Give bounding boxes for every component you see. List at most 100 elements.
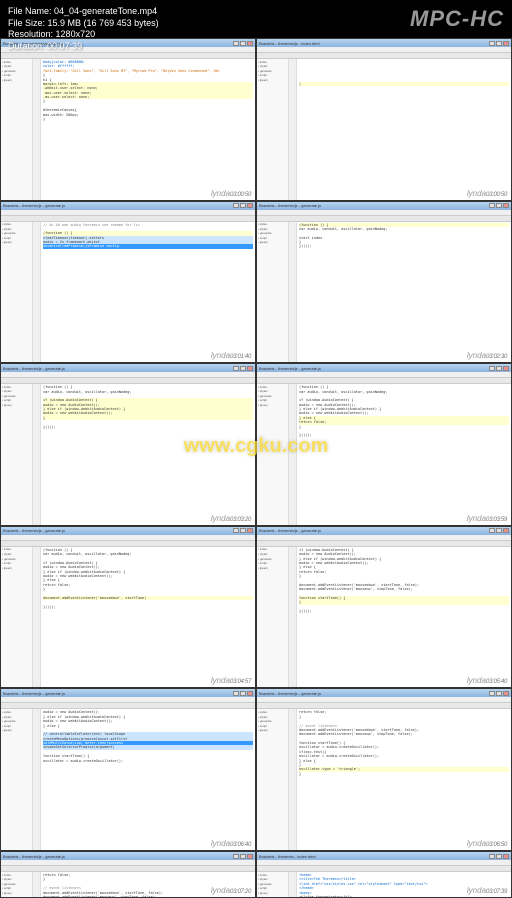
window-titlebar[interactable]: Brackets - theremin/js - generate.js <box>257 527 511 535</box>
code-line[interactable]: | <box>299 82 509 86</box>
window-titlebar[interactable]: Brackets - theremin/js - generate.js <box>1 689 255 697</box>
line-gutter <box>289 59 297 200</box>
code-area[interactable]: body{color: #888888; color: #ffffff; fon… <box>41 59 255 200</box>
window-titlebar[interactable]: Brackets - theremin - index.html <box>257 852 511 860</box>
code-area[interactable]: return false; } // event listeners docum… <box>297 709 511 850</box>
file-sidebar[interactable]: • index• styles• generate• script• jquer… <box>257 59 289 200</box>
file-sidebar[interactable]: • index• styles• generate• script• jquer… <box>1 547 33 688</box>
code-line[interactable]: }())); <box>299 244 509 248</box>
sidebar-item[interactable]: • jquery <box>258 241 287 246</box>
sidebar-item[interactable]: • jquery <box>258 891 287 896</box>
close-button[interactable] <box>247 528 253 533</box>
code-line[interactable]: document.addEventListener('mouseup', sto… <box>43 895 253 897</box>
code-line[interactable]: } <box>43 117 253 121</box>
file-sidebar[interactable]: • index• styles• generate• script• jquer… <box>257 384 289 525</box>
code-editor[interactable]: (function () { var audio, conduit, oscil… <box>289 222 511 363</box>
file-sidebar[interactable]: • index• styles• generate• script• jquer… <box>1 709 33 850</box>
sidebar-item[interactable]: • jquery <box>258 729 287 734</box>
minimize-button[interactable] <box>233 528 239 533</box>
minimize-button[interactable] <box>489 528 495 533</box>
code-line[interactable]: }())); <box>43 605 253 609</box>
file-sidebar[interactable]: • index• styles• generate• script• jquer… <box>1 384 33 525</box>
code-editor[interactable]: (function () { var audio, conduit, oscil… <box>33 547 255 688</box>
maximize-button[interactable] <box>240 528 246 533</box>
file-sidebar[interactable]: • index• styles• generate• script• jquer… <box>1 59 33 200</box>
close-button[interactable] <box>247 854 253 859</box>
close-button[interactable] <box>247 691 253 696</box>
code-area[interactable]: // An AA web audio theremin see readme f… <box>41 222 255 363</box>
sidebar-item[interactable]: • jquery <box>2 729 31 734</box>
code-line[interactable]: <h1>the thereminator</h1> <box>299 895 509 897</box>
file-sidebar[interactable]: • index• styles• generate• script• jquer… <box>257 222 289 363</box>
window-titlebar[interactable]: Brackets - theremin/js - generate.js <box>257 689 511 697</box>
minimize-button[interactable] <box>489 366 495 371</box>
maximize-button[interactable] <box>496 854 502 859</box>
window-titlebar[interactable]: Brackets - theremin/js - generate.js <box>1 852 255 860</box>
code-editor[interactable]: (function () { var audio, conduit, oscil… <box>289 384 511 525</box>
close-button[interactable] <box>503 854 509 859</box>
code-editor[interactable]: // An AA web audio theremin see readme f… <box>33 222 255 363</box>
maximize-button[interactable] <box>240 691 246 696</box>
code-area[interactable]: (function () { var audio, conduit, oscil… <box>41 547 255 688</box>
code-editor[interactable]: audio = new AudioContext(); } else if (w… <box>33 709 255 850</box>
window-titlebar[interactable]: Brackets - theremin/js - generate.js <box>257 202 511 210</box>
maximize-button[interactable] <box>240 854 246 859</box>
code-editor[interactable]: return false; } // event listeners docum… <box>289 709 511 850</box>
sidebar-item[interactable]: • jquery <box>2 566 31 571</box>
window-titlebar[interactable]: Brackets - theremin/js - generate.js <box>1 364 255 372</box>
maximize-button[interactable] <box>496 691 502 696</box>
code-line[interactable]: }())); <box>299 609 509 613</box>
code-area[interactable]: audio = new AudioContext(); } else if (w… <box>41 709 255 850</box>
minimize-button[interactable] <box>489 203 495 208</box>
code-editor[interactable]: | <box>289 59 511 200</box>
code-editor[interactable]: if (window.AudioContext) { audio = new A… <box>289 547 511 688</box>
minimize-button[interactable] <box>233 203 239 208</box>
sidebar-item[interactable]: • jquery <box>2 404 31 409</box>
close-button[interactable] <box>503 528 509 533</box>
code-area[interactable]: if (window.AudioContext) { audio = new A… <box>297 547 511 688</box>
code-area[interactable]: | <box>297 59 511 200</box>
window-title: Brackets - theremin - index.html <box>259 854 489 859</box>
maximize-button[interactable] <box>240 366 246 371</box>
minimize-button[interactable] <box>233 691 239 696</box>
sidebar-item[interactable]: • jquery <box>258 404 287 409</box>
close-button[interactable] <box>247 366 253 371</box>
sidebar-item[interactable]: • jquery <box>2 241 31 246</box>
minimize-button[interactable] <box>489 854 495 859</box>
code-line[interactable]: }())); <box>299 433 509 437</box>
sidebar-item[interactable]: • jquery <box>258 78 287 83</box>
file-sidebar[interactable]: • index• styles• generate• script• jquer… <box>1 872 33 897</box>
minimize-button[interactable] <box>489 691 495 696</box>
code-editor[interactable]: (function () { var audio, conduit, oscil… <box>33 384 255 525</box>
close-button[interactable] <box>247 203 253 208</box>
window-titlebar[interactable]: Brackets - theremin/js - generate.js <box>257 364 511 372</box>
maximize-button[interactable] <box>496 528 502 533</box>
window-titlebar[interactable]: Brackets - theremin/js - generate.js <box>1 202 255 210</box>
file-sidebar[interactable]: • index• styles• generate• script• jquer… <box>257 872 289 897</box>
code-line[interactable]: }())); <box>43 425 253 429</box>
maximize-button[interactable] <box>496 366 502 371</box>
code-line[interactable] <box>43 249 253 253</box>
code-area[interactable]: (function () { var audio, conduit, oscil… <box>297 384 511 525</box>
close-button[interactable] <box>503 691 509 696</box>
code-line[interactable]: } <box>299 772 509 776</box>
close-button[interactable] <box>503 366 509 371</box>
code-area[interactable]: (function () { var audio, conduit, oscil… <box>297 222 511 363</box>
minimize-button[interactable] <box>233 854 239 859</box>
maximize-button[interactable] <box>240 203 246 208</box>
maximize-button[interactable] <box>496 203 502 208</box>
file-sidebar[interactable]: • index• styles• generate• script• jquer… <box>257 547 289 688</box>
file-sidebar[interactable]: • index• styles• generate• script• jquer… <box>1 222 33 363</box>
sidebar-item[interactable]: • jquery <box>2 891 31 896</box>
brand-watermark: lynda03:03:20 <box>211 514 251 523</box>
close-button[interactable] <box>503 203 509 208</box>
sidebar-item[interactable]: • jquery <box>2 78 31 83</box>
window-titlebar[interactable]: Brackets - theremin/js - generate.js <box>1 527 255 535</box>
code-area[interactable]: (function () { var audio, conduit, oscil… <box>41 384 255 525</box>
sidebar-item[interactable]: • jquery <box>258 566 287 571</box>
code-editor[interactable]: body{color: #888888; color: #ffffff; fon… <box>33 59 255 200</box>
duration-label: Duration: <box>8 41 45 51</box>
code-line[interactable] <box>43 763 253 767</box>
minimize-button[interactable] <box>233 366 239 371</box>
file-sidebar[interactable]: • index• styles• generate• script• jquer… <box>257 709 289 850</box>
